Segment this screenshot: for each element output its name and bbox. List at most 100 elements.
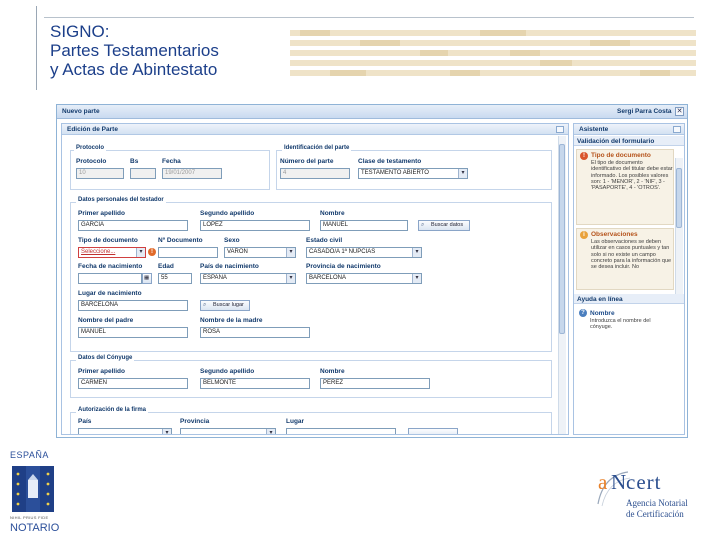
slide-title-line-3: y Actas de Abintestato	[50, 60, 218, 79]
buscar-lugar-label: Buscar lugar	[213, 302, 244, 308]
label-fecha: Fecha	[162, 158, 181, 165]
window-titlebar: Nuevo parte Sergi Parra Costa ✕	[57, 105, 687, 119]
legend-conyuge: Datos del Cónyuge	[76, 355, 135, 361]
segundo-apellido-input[interactable]: LOPEZ	[200, 220, 310, 231]
edit-form-panel: Edición de Parte Protocolo Protocolo Bs …	[61, 123, 569, 435]
window-title: Nuevo parte	[62, 108, 100, 115]
validation-error-box: ! Tipo de documento El tipo de documento…	[576, 149, 674, 225]
logo-notario-text: NOTARIO	[10, 522, 60, 534]
label-lugar-firma: Lugar	[286, 418, 305, 425]
fecha-nacimiento-input[interactable]	[78, 273, 142, 284]
label-primer-apellido: Primer apellido	[78, 210, 125, 217]
label-pais-nacimiento: País de nacimiento	[200, 263, 259, 270]
slide-title-line-2: Partes Testamentarios	[50, 41, 219, 60]
help-text: Introduzca el nombre del cónyuge.	[590, 318, 651, 331]
label-bis: Bs	[130, 158, 139, 165]
protocolo-input[interactable]: 10	[76, 168, 124, 179]
logo-espana-text: ESPAÑA	[10, 450, 49, 460]
label-conyuge-nombre: Nombre	[320, 368, 345, 375]
assistant-header: Asistente	[574, 124, 684, 135]
primer-apellido-input[interactable]: GARCIA	[78, 220, 188, 231]
help-icon: ?	[579, 309, 587, 317]
ancert-brand-cert: cert	[626, 470, 662, 494]
label-edad: Edad	[158, 263, 174, 270]
label-conyuge-primer-apellido: Primer apellido	[78, 368, 125, 375]
buscar-lugar-button[interactable]: ⌕ Buscar lugar	[200, 300, 250, 311]
slide-title: SIGNO: Partes Testamentarios y Actas de …	[50, 22, 219, 79]
legend-testador: Datos personales del testador	[76, 197, 166, 203]
info-icon: i	[580, 231, 588, 239]
logged-user-name: Sergi Parra Costa	[617, 108, 672, 115]
label-lugar-nacimiento: Lugar de nacimiento	[78, 290, 142, 297]
nombre-padre-input[interactable]: MANUEL	[78, 327, 188, 338]
label-fecha-nacimiento: Fecha de nacimiento	[78, 263, 143, 270]
nombre-madre-input[interactable]: ROSA	[200, 327, 310, 338]
nombre-input[interactable]: MANUEL	[320, 220, 408, 231]
conyuge-primer-apellido-input[interactable]: CARMEN	[78, 378, 188, 389]
conyuge-nombre-input[interactable]: PEREZ	[320, 378, 430, 389]
ancert-line-1: Agencia Notarial	[626, 498, 688, 508]
ancert-brand-a: a	[598, 470, 608, 494]
observations-title[interactable]: Observaciones	[591, 231, 638, 238]
legend-protocolo: Protocolo	[74, 145, 106, 151]
buscar-datos-button[interactable]: ⌕ Buscar datos	[418, 220, 470, 231]
conyuge-segundo-apellido-input[interactable]: BELMONTE	[200, 378, 310, 389]
validation-error-title[interactable]: Tipo de documento	[591, 152, 651, 159]
help-title: Nombre	[590, 310, 615, 317]
fecha-input[interactable]: 19/01/2007	[162, 168, 222, 179]
label-numero-documento: Nº Documento	[158, 237, 203, 244]
observations-text: Las observaciones se deben utilizar en c…	[591, 239, 672, 271]
pais-nacimiento-select[interactable]: ESPAÑA	[200, 273, 296, 284]
form-panel-title: Edición de Parte	[67, 126, 118, 133]
legend-autorizacion: Autorización de la firma	[76, 407, 149, 413]
clase-testamento-select[interactable]: TESTAMENTO ABIERTO	[358, 168, 468, 179]
error-icon: !	[580, 152, 588, 160]
lugar-firma-input[interactable]	[286, 428, 396, 434]
lugar-nacimiento-input[interactable]: BARCELONA	[78, 300, 188, 311]
search-icon: ⌕	[203, 302, 207, 308]
buscar-lugar-firma-button[interactable]	[408, 428, 458, 434]
collapse-assistant-button[interactable]	[673, 126, 681, 133]
provincia-firma-select[interactable]	[180, 428, 276, 434]
label-clase-testamento: Clase de testamento	[358, 158, 422, 165]
label-segundo-apellido: Segundo apellido	[200, 210, 255, 217]
edad-input[interactable]: 55	[158, 273, 192, 284]
observations-box: i Observaciones Las observaciones se deb…	[576, 228, 674, 290]
search-icon: ⌕	[421, 222, 425, 228]
calendar-icon[interactable]: ▦	[142, 273, 152, 284]
assistant-scrollbar-thumb[interactable]	[676, 168, 682, 228]
label-provincia-nacimiento: Provincia de nacimiento	[306, 263, 381, 270]
label-sexo: Sexo	[224, 237, 240, 244]
assistant-title: Asistente	[579, 126, 609, 133]
label-pais-firma: País	[78, 418, 92, 425]
error-icon: !	[148, 248, 156, 256]
form-scrollbar-thumb[interactable]	[559, 144, 565, 334]
collapse-panel-button[interactable]	[556, 126, 564, 133]
assistant-panel: Asistente Validación del formulario ! Ti…	[573, 123, 685, 435]
pais-firma-select[interactable]	[78, 428, 172, 434]
label-nombre-padre: Nombre del padre	[78, 317, 134, 324]
help-header: Ayuda en línea	[574, 294, 684, 304]
slide-decor-horizontal-line	[44, 17, 694, 18]
label-estado-civil: Estado civil	[306, 237, 343, 244]
buscar-datos-label: Buscar datos	[431, 222, 464, 228]
label-numero-parte: Número del parte	[280, 158, 334, 165]
close-icon[interactable]: ✕	[675, 107, 684, 116]
title-decoration-grid	[290, 30, 696, 76]
sexo-select[interactable]: VARÓN	[224, 247, 296, 258]
label-nombre-madre: Nombre de la madre	[200, 317, 263, 324]
estado-civil-select[interactable]: CASADO/A 1ª NUPCIAS	[306, 247, 422, 258]
label-nombre: Nombre	[320, 210, 345, 217]
label-provincia-firma: Provincia	[180, 418, 210, 425]
numero-documento-input[interactable]	[158, 247, 218, 258]
numero-parte-input[interactable]: 4	[280, 168, 350, 179]
help-item: ? Nombre Introduzca el nombre del cónyug…	[576, 308, 682, 348]
application-window: Nuevo parte Sergi Parra Costa ✕ Edición …	[56, 104, 688, 438]
bis-input[interactable]	[130, 168, 156, 179]
legend-identificacion: Identificación del parte	[282, 145, 352, 151]
form-panel-header: Edición de Parte	[62, 124, 568, 135]
label-tipo-documento: Tipo de documento	[78, 237, 138, 244]
provincia-nacimiento-select[interactable]: BARCELONA	[306, 273, 422, 284]
tipo-documento-select[interactable]: Seleccione...	[78, 247, 146, 258]
slide-title-line-1: SIGNO:	[50, 22, 110, 41]
